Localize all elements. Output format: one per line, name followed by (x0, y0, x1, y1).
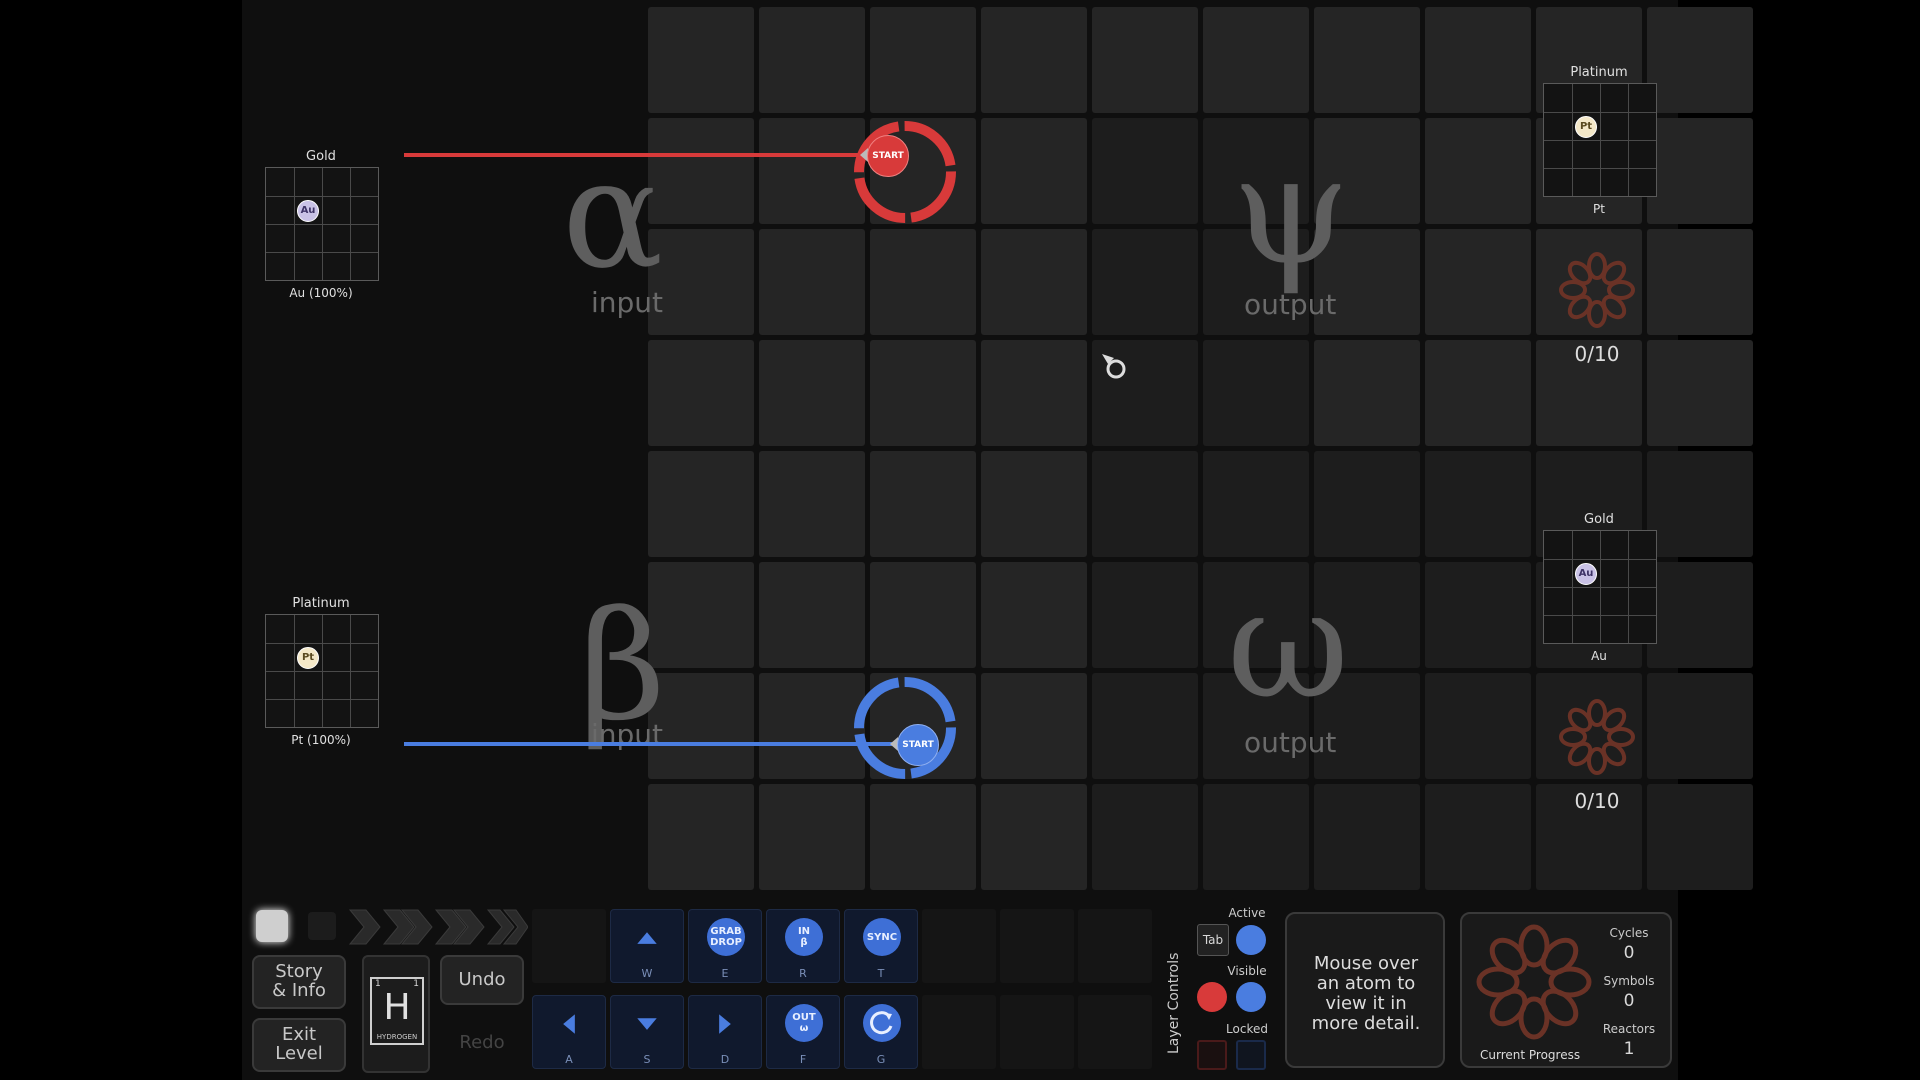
tool-hotkey: G (876, 1053, 886, 1066)
stats-panel: Current Progress Cycles 0 Symbols 0 Reac… (1460, 912, 1672, 1068)
game-screen: α input ψ output β input ω output START … (242, 0, 1753, 1080)
reactors-value: 1 (1623, 1039, 1635, 1059)
locked-red-toggle[interactable] (1197, 1040, 1227, 1070)
speed-chevrons[interactable] (348, 908, 528, 946)
reactors-label: Reactors (1602, 1022, 1656, 1036)
molecule-caption: Pt (1593, 202, 1605, 216)
move-up-tool[interactable]: W (610, 909, 684, 983)
element-card[interactable]: 1 1 H HYDROGEN (362, 955, 430, 1073)
stop-button[interactable] (256, 910, 288, 942)
arrow-left-icon (563, 1014, 575, 1034)
output-psi-progress: 0/10 (1574, 342, 1620, 366)
rotate-icon (863, 1004, 901, 1042)
active-blue-layer[interactable] (1236, 925, 1266, 955)
tool-hotkey: W (641, 967, 653, 980)
molecule-caption: Au (1591, 649, 1607, 663)
tool-hotkey: R (799, 967, 807, 980)
output-psi-progress-flower-icon (1559, 252, 1635, 328)
current-progress-label: Current Progress (1480, 1048, 1581, 1062)
output-omega-progress: 0/10 (1574, 789, 1620, 813)
arrow-down-icon (637, 1018, 657, 1030)
symbols-label: Symbols (1603, 974, 1655, 988)
step-button[interactable] (308, 912, 336, 940)
molecule-grid: Au (1543, 530, 1657, 644)
gold-atom[interactable]: Au (297, 200, 319, 222)
output-omega-tool[interactable]: OUT ω F (766, 995, 840, 1069)
output-psi-molecule[interactable]: Platinum Pt Pt (1539, 65, 1659, 216)
symbols-value: 0 (1623, 991, 1635, 1011)
output-icon: OUT ω (785, 1004, 823, 1042)
molecule-caption: Pt (100%) (291, 733, 351, 747)
sync-tool[interactable]: SYNC T (844, 909, 918, 983)
visible-label: Visible (1227, 964, 1267, 978)
molecule-caption: Au (100%) (289, 286, 353, 300)
move-right-tool[interactable]: D (688, 995, 762, 1069)
platinum-atom[interactable]: Pt (297, 647, 319, 669)
molecule-name: Platinum (1570, 65, 1628, 80)
gold-atom[interactable]: Au (1575, 563, 1597, 585)
red-start-instruction[interactable]: START (867, 135, 909, 177)
current-progress-flower-icon (1476, 924, 1592, 1040)
atom-info-panel: Mouse over an atom to view it in more de… (1285, 912, 1445, 1068)
output-omega-molecule[interactable]: Gold Au Au (1539, 512, 1659, 663)
mouse-cursor-icon (1102, 354, 1126, 379)
tool-hotkey: E (721, 967, 729, 980)
tool-hotkey: A (565, 1053, 573, 1066)
move-left-tool[interactable]: A (532, 995, 606, 1069)
arrow-right-icon (719, 1014, 731, 1034)
visible-red-toggle[interactable] (1197, 982, 1227, 1012)
exit-level-button[interactable]: Exit Level (252, 1018, 346, 1072)
tab-key[interactable]: Tab (1197, 924, 1229, 956)
input-icon: IN β (785, 918, 823, 956)
input-beta-molecule[interactable]: Platinum Pt Pt (100%) (261, 596, 381, 747)
redo-button: Redo (459, 1032, 505, 1053)
visible-blue-toggle[interactable] (1236, 982, 1266, 1012)
molecule-name: Gold (1584, 512, 1614, 527)
cycles-label: Cycles (1609, 926, 1649, 940)
output-omega-progress-flower-icon (1559, 699, 1635, 775)
tool-hotkey: D (720, 1053, 730, 1066)
move-down-tool[interactable]: S (610, 995, 684, 1069)
play-icon (348, 909, 381, 945)
molecule-grid: Pt (265, 614, 379, 728)
undo-button[interactable]: Undo (440, 955, 524, 1005)
cycles-value: 0 (1623, 943, 1635, 963)
tool-hotkey: S (643, 1053, 651, 1066)
layer-controls-title: Layer Controls (1166, 952, 1182, 1054)
input-beta-tool[interactable]: IN β R (766, 909, 840, 983)
blue-start-instruction[interactable]: START (897, 724, 939, 766)
platinum-atom[interactable]: Pt (1575, 116, 1597, 138)
locked-blue-toggle[interactable] (1236, 1040, 1266, 1070)
atom-info-text: Mouse over an atom to view it in more de… (1311, 953, 1421, 1034)
story-info-button[interactable]: Story & Info (252, 955, 346, 1009)
molecule-name: Platinum (292, 596, 350, 611)
active-label: Active (1228, 906, 1266, 920)
grab-drop-icon: GRAB DROP (707, 918, 745, 956)
molecule-grid: Au (265, 167, 379, 281)
input-alpha-molecule[interactable]: Gold Au Au (100%) (261, 149, 381, 300)
tool-hotkey: T (877, 967, 885, 980)
locked-label: Locked (1226, 1022, 1268, 1036)
molecule-name: Gold (306, 149, 336, 164)
arrow-up-icon (637, 932, 657, 944)
tool-hotkey: F (799, 1053, 807, 1066)
element-symbol: H (383, 987, 411, 1028)
rotate-tool[interactable]: G (844, 995, 918, 1069)
instruction-palette: W GRAB DROP E IN β R SYNC T A S D OUT ω … (532, 905, 1162, 1075)
sync-icon: SYNC (863, 918, 901, 956)
molecule-grid: Pt (1543, 83, 1657, 197)
grab-drop-tool[interactable]: GRAB DROP E (688, 909, 762, 983)
element-name: HYDROGEN (376, 1033, 418, 1041)
